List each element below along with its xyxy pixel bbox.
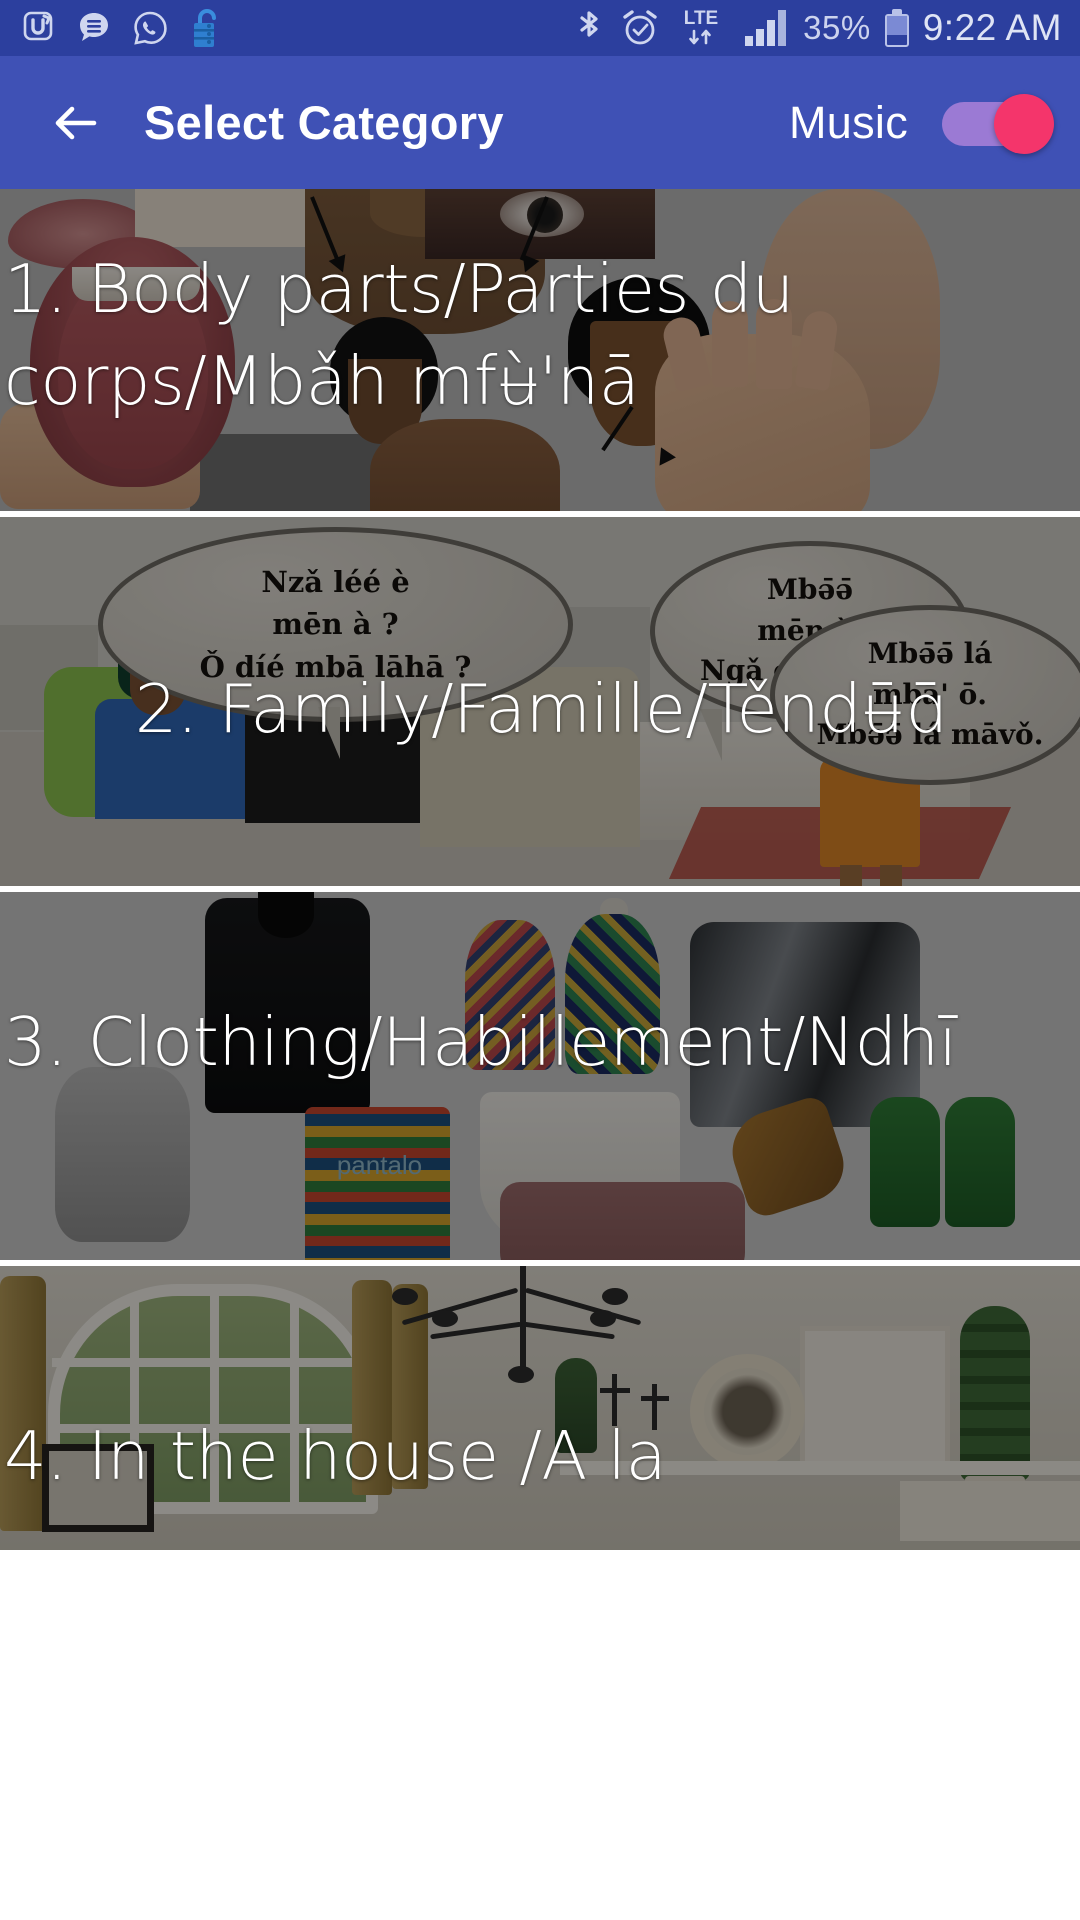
status-bar: LTE 35% 9:22 AM <box>0 0 1080 56</box>
category-card-family[interactable]: Nzǎ léé è mēn à ? Ǒ díé mbā lāhā ? Mbǝ̄ǝ… <box>0 517 1080 892</box>
pants-watermark-text: pantalo <box>336 1150 423 1180</box>
toggle-thumb <box>994 93 1054 154</box>
signal-bars-icon <box>745 10 787 46</box>
messenger-u-icon <box>23 11 53 41</box>
category-label: 2. Family/Famille/Těndʉ̄ɑ̄ <box>134 670 946 748</box>
alarm-clock-icon <box>623 10 657 45</box>
speech-line: Mbǝ̄ǝ̄ <box>766 573 854 607</box>
sms-chat-icon <box>80 13 108 41</box>
category-card-clothing[interactable]: pantalo 3. Clothing/Habillement/Ndhī <box>0 892 1080 1266</box>
category-art-house <box>0 1266 1080 1550</box>
battery-percent-label: 35% <box>803 9 871 46</box>
svg-text:LTE: LTE <box>684 8 718 29</box>
bluetooth-icon <box>580 11 598 37</box>
status-bar-clock: 9:22 AM <box>922 7 1062 48</box>
speech-line: mēn à ? <box>272 607 399 642</box>
app-bar: Select Category Music <box>0 56 1080 189</box>
speech-line: Nzǎ léé è <box>261 565 410 600</box>
lte-data-icon: LTE <box>684 8 718 45</box>
status-bar-notification-icons <box>18 6 226 50</box>
music-toggle-switch[interactable] <box>942 93 1054 154</box>
back-button[interactable] <box>44 92 106 154</box>
category-label: 4. In the house /A la <box>4 1417 667 1495</box>
category-label: 1. Body parts/Parties du corps/Mbǎh mfʉ̀… <box>4 250 794 420</box>
status-bar-system-icons: LTE 35% 9:22 AM <box>573 5 1062 51</box>
category-list[interactable]: 1. Body parts/Parties du corps/Mbǎh mfʉ̀… <box>0 189 1080 1920</box>
whatsapp-icon <box>134 11 167 45</box>
unlocked-padlock-icon <box>194 9 216 47</box>
page-title: Select Category <box>144 96 504 149</box>
category-card-in-the-house[interactable]: 4. In the house /A la <box>0 1266 1080 1556</box>
music-label: Music <box>788 96 908 148</box>
category-card-body-parts[interactable]: 1. Body parts/Parties du corps/Mbǎh mfʉ̀… <box>0 189 1080 517</box>
battery-icon <box>884 9 909 47</box>
category-label: 3. Clothing/Habillement/Ndhī <box>4 1003 957 1081</box>
arrow-left-icon <box>55 106 97 139</box>
